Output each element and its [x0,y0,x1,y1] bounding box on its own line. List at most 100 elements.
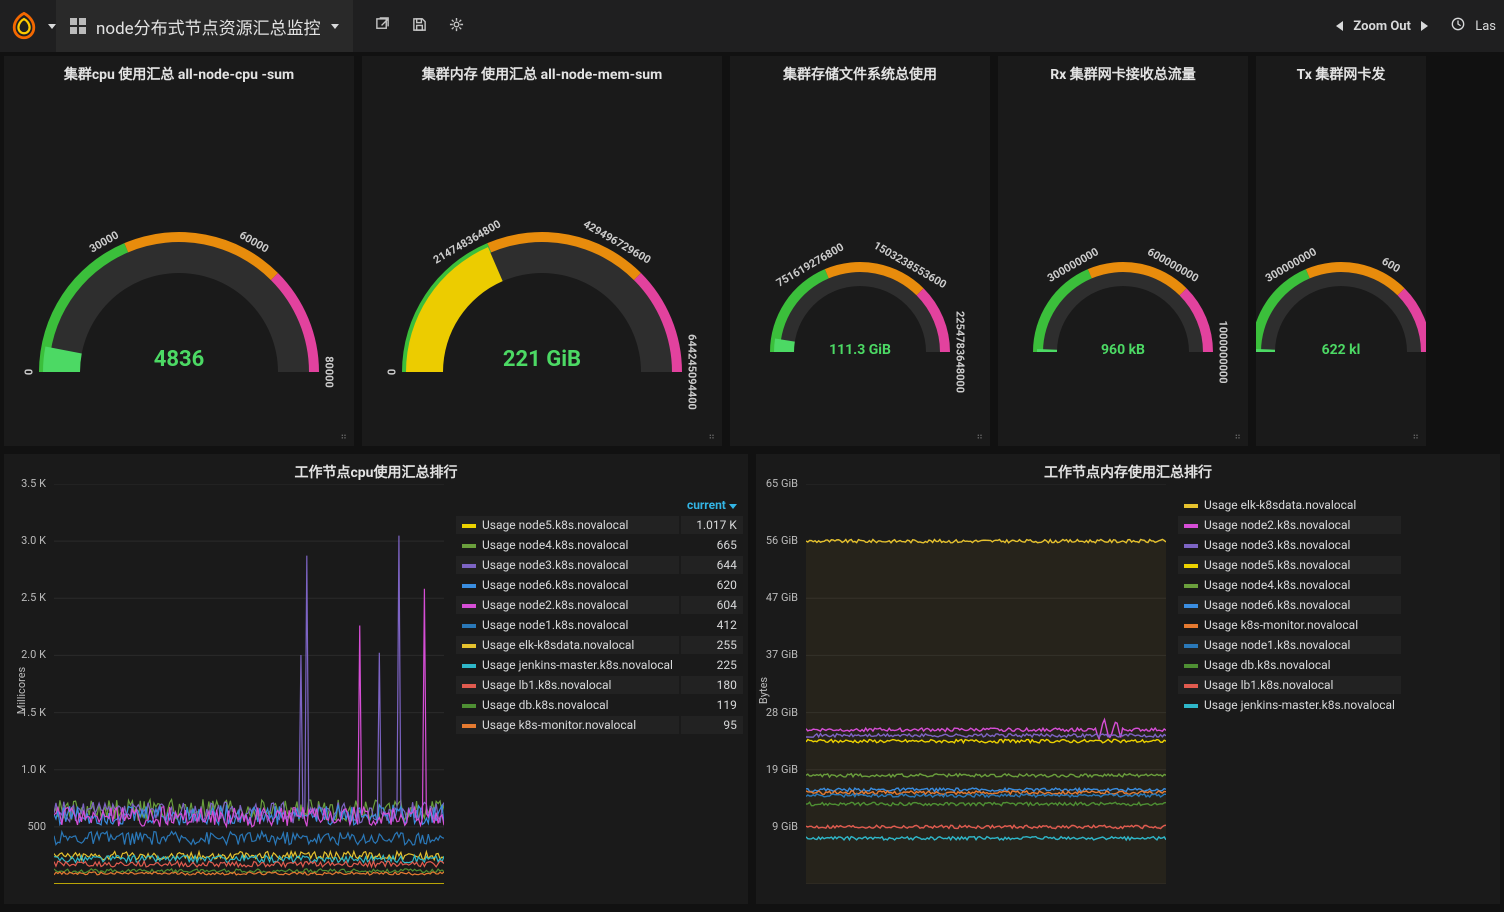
legend-value: 620 [681,576,743,594]
legend-label: Usage db.k8s.novalocal [456,696,679,714]
legend-sort-header[interactable]: current [681,496,743,514]
legend-label: Usage db.k8s.novalocal [1178,656,1401,674]
y-tick: 500 [27,820,46,833]
time-forward-icon[interactable] [1421,21,1428,31]
legend-value: 180 [681,676,743,694]
legend-row[interactable]: Usage node6.k8s.novalocal620 [456,576,743,594]
gauge-value: 111.3 GiB [730,342,990,358]
legend-row[interactable]: Usage jenkins-master.k8s.novalocal225 [456,656,743,674]
legend-value: 604 [681,596,743,614]
y-tick: 9 GiB [772,820,798,833]
legend-row[interactable]: Usage node5.k8s.novalocal [1178,556,1401,574]
gauge-tick: 2254783648000 [954,311,967,393]
y-tick: 3.5 K [21,477,46,490]
legend-value: 412 [681,616,743,634]
y-tick: 56 GiB [766,534,798,547]
resize-handle[interactable]: ⠶ [1412,432,1420,442]
graph-row: 工作节点cpu使用汇总排行5001.0 K1.5 K2.0 K2.5 K3.0 … [0,450,1504,908]
y-tick: 47 GiB [766,591,798,604]
legend-row[interactable]: Usage node5.k8s.novalocal1.017 K [456,516,743,534]
top-navbar: node分布式节点资源汇总监控 Zoom Out Las [0,0,1504,52]
legend-row[interactable]: Usage node4.k8s.novalocal665 [456,536,743,554]
legend-row[interactable]: Usage node1.k8s.novalocal412 [456,616,743,634]
time-range-label[interactable]: Las [1475,19,1496,34]
legend-row[interactable]: Usage node2.k8s.novalocal [1178,516,1401,534]
gauge-panel[interactable]: 集群cpu 使用汇总 all-node-cpu -sum483603000060… [4,56,354,446]
y-tick: 37 GiB [766,648,798,661]
plot-area [806,484,1166,884]
gauge-value: 622 kl [1256,342,1426,358]
legend-label: Usage node5.k8s.novalocal [1178,556,1401,574]
legend-row[interactable]: Usage node6.k8s.novalocal [1178,596,1401,614]
legend-table: Usage elk-k8sdata.novalocal Usage node2.k… [1176,494,1403,716]
dashboard-icon [70,18,86,34]
legend-value: 644 [681,556,743,574]
y-tick: 28 GiB [766,706,798,719]
gauge-tick: 80000 [323,356,336,388]
gauge-panel[interactable]: 集群内存 使用汇总 all-node-mem-sum221 GiB0214748… [362,56,722,446]
time-back-icon[interactable] [1336,21,1343,31]
y-tick: 19 GiB [766,763,798,776]
panel-title: 集群cpu 使用汇总 all-node-cpu -sum [4,56,354,92]
legend-row[interactable]: Usage db.k8s.novalocal [1178,656,1401,674]
legend-label: Usage node6.k8s.novalocal [456,576,679,594]
resize-handle[interactable]: ⠶ [708,432,716,442]
panel-title: Tx 集群网卡发 [1256,56,1426,92]
legend-row[interactable]: Usage node3.k8s.novalocal644 [456,556,743,574]
share-icon[interactable] [375,17,390,36]
resize-handle[interactable]: ⠶ [1234,432,1242,442]
legend-label: Usage node6.k8s.novalocal [1178,596,1401,614]
legend-row[interactable]: Usage elk-k8sdata.novalocal255 [456,636,743,654]
graph-panel[interactable]: 工作节点内存使用汇总排行9 GiB19 GiB28 GiB37 GiB47 Gi… [756,454,1500,904]
legend-row[interactable]: Usage lb1.k8s.novalocal180 [456,676,743,694]
legend-label: Usage node3.k8s.novalocal [456,556,679,574]
legend-value: 665 [681,536,743,554]
legend-row[interactable]: Usage lb1.k8s.novalocal [1178,676,1401,694]
legend-row[interactable]: Usage node3.k8s.novalocal [1178,536,1401,554]
gauge-panel[interactable]: Tx 集群网卡发622 kl300000000600⠶ [1256,56,1426,446]
legend-label: Usage elk-k8sdata.novalocal [456,636,679,654]
legend-label: Usage k8s-monitor.novalocal [1178,616,1401,634]
legend-row[interactable]: Usage elk-k8sdata.novalocal [1178,496,1401,514]
gauge-tick: 644245094400 [686,334,699,410]
plot-area [54,484,444,884]
legend-row[interactable]: Usage k8s-monitor.novalocal [1178,616,1401,634]
clock-icon[interactable] [1451,17,1465,35]
graph-panel[interactable]: 工作节点cpu使用汇总排行5001.0 K1.5 K2.0 K2.5 K3.0 … [4,454,748,904]
gauge-panel[interactable]: 集群存储文件系统总使用111.3 GiB75161927680015032385… [730,56,990,446]
legend-label: Usage node1.k8s.novalocal [456,616,679,634]
gauge-row: 集群cpu 使用汇总 all-node-cpu -sum483603000060… [0,52,1504,450]
zoom-out-button[interactable]: Zoom Out [1353,19,1411,34]
legend-row[interactable]: Usage jenkins-master.k8s.novalocal [1178,696,1401,714]
legend-label: Usage lb1.k8s.novalocal [456,676,679,694]
y-tick: 2.5 K [21,591,46,604]
save-icon[interactable] [412,17,427,36]
logo-dropdown-icon[interactable] [48,24,56,29]
y-axis-label: Millicores [15,667,28,714]
settings-icon[interactable] [449,17,464,36]
legend-label: Usage node5.k8s.novalocal [456,516,679,534]
legend-label: Usage node4.k8s.novalocal [456,536,679,554]
legend-label: Usage node2.k8s.novalocal [456,596,679,614]
gauge-tick: 1000000000 [1217,320,1230,383]
legend-row[interactable]: Usage db.k8s.novalocal119 [456,696,743,714]
grafana-logo[interactable] [0,0,48,52]
legend-label: Usage elk-k8sdata.novalocal [1178,496,1401,514]
y-tick: 2.0 K [21,648,46,661]
y-axis-label: Bytes [757,677,770,704]
panel-title: 集群内存 使用汇总 all-node-mem-sum [362,56,722,92]
gauge-value: 4836 [4,347,354,372]
legend-row[interactable]: Usage k8s-monitor.novalocal95 [456,716,743,734]
legend-label: Usage node1.k8s.novalocal [1178,636,1401,654]
legend-label: Usage jenkins-master.k8s.novalocal [456,656,679,674]
resize-handle[interactable]: ⠶ [976,432,984,442]
gauge-panel[interactable]: Rx 集群网卡接收总流量960 kB3000000006000000001000… [998,56,1248,446]
legend-row[interactable]: Usage node1.k8s.novalocal [1178,636,1401,654]
dashboard-picker[interactable]: node分布式节点资源汇总监控 [56,0,353,52]
resize-handle[interactable]: ⠶ [340,432,348,442]
legend-row[interactable]: Usage node4.k8s.novalocal [1178,576,1401,594]
panel-title: Rx 集群网卡接收总流量 [998,56,1248,92]
legend-table: current Usage node5.k8s.novalocal1.017 K… [454,494,745,736]
legend-row[interactable]: Usage node2.k8s.novalocal604 [456,596,743,614]
legend-label: Usage k8s-monitor.novalocal [456,716,679,734]
